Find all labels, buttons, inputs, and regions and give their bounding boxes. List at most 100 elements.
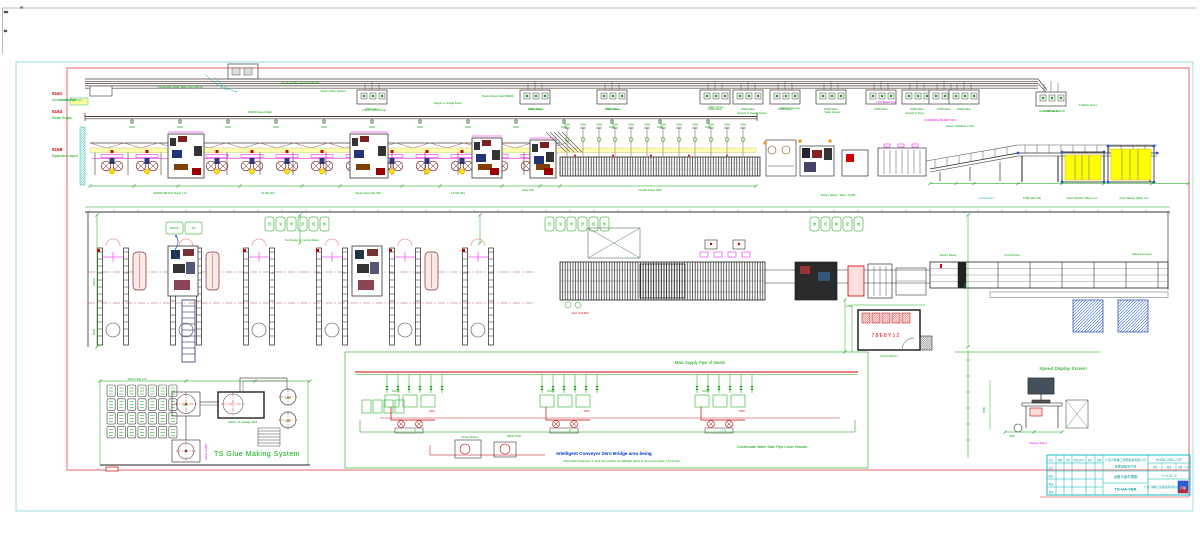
svg-text:DN50 Valve: DN50 Valve [937,107,951,111]
svg-text:Display Stand: Display Stand [1029,441,1047,445]
svg-text:校对: 校对 [1049,474,1054,478]
svg-text:广东万联精工智能装备有限公司: 广东万联精工智能装备有限公司 [1144,485,1181,489]
svg-text:1200: 1200 [846,304,853,308]
svg-text:阶段: 阶段 [1153,465,1158,469]
svg-text:Supply to Single Facer: Supply to Single Facer [434,101,462,105]
svg-text:分区: 分区 [1066,458,1071,462]
svg-text:DN32: DN32 [724,125,731,127]
svg-text:800: 800 [1010,434,1015,438]
svg-text:DN25: DN25 [129,127,136,129]
svg-text:6000L ×2 Storage Tank: 6000L ×2 Storage Tank [229,420,258,424]
svg-text:热: 热 [323,222,326,226]
svg-text:16.0M (2F): 16.0M (2F) [451,191,465,195]
svg-text:电: 电 [857,222,860,226]
svg-text:瓦楞纸板生产线: 瓦楞纸板生产线 [1115,464,1137,469]
svg-text:MIX: MIX [184,403,189,407]
svg-text:标记: 标记 [1049,458,1054,462]
svg-text:DN40: DN40 [547,389,555,393]
svg-text:To Boiler Room: To Boiler Room [1078,103,1098,107]
svg-text:原: 原 [570,222,573,226]
plan-view: WXGAKX纸架原纸加热纸架原纸加热电控柜配电 [85,207,1170,362]
svg-text:DN25: DN25 [225,127,232,129]
cabinet-code: 78E8Y12 [872,333,901,339]
svg-text:DN32: DN32 [596,125,603,127]
steam-supply-line: DN25DN25DN25DN25DN25DN25DN25DN25DN25DN25… [70,98,757,129]
svg-text:1.2M Boiler Pipe: 1.2M Boiler Pipe [876,100,897,104]
svg-text:加: 加 [312,222,315,226]
svg-text:DN25: DN25 [369,127,376,129]
svg-text:Supply to Double Facer: Supply to Double Facer [737,111,766,115]
svg-text:8000: 8000 [963,282,967,289]
svg-text:TS-GA-VER: TS-GA-VER [1115,487,1137,492]
svg-text:DN200 Steam Main: DN200 Steam Main [248,110,273,114]
svg-text:DN32: DN32 [564,125,571,127]
svg-text:WXGA: WXGA [170,226,179,230]
steam-main-title: Main Supply Pipe of Steam [675,360,726,365]
svg-text:共 1 张 第 1 张: 共 1 张 第 1 张 [1161,474,1177,478]
production-line-drawing: DN50 ValveDN50 ValveDN50 ValveDN50 Valve… [0,0,1200,557]
svg-text:PRV: PRV [429,409,435,413]
svg-text:控: 控 [824,222,827,226]
schematic-note: Flow Rate Parameter in tank this positio… [564,459,681,463]
svg-text:KX: KX [192,226,196,230]
svg-text:GLUE PUMP: GLUE PUMP [204,444,208,461]
svg-text:W2200 Mill Roll Stand ×12: W2200 Mill Roll Stand ×12 [153,191,186,195]
svg-text:Pump Station: Pump Station [462,435,479,439]
svg-text:DN50 Valve: DN50 Valve [957,107,971,111]
glue-system-title: TS Glue Making System [214,451,300,458]
svg-text:DN32: DN32 [644,125,651,127]
svg-text:Double Facer 20M: Double Facer 20M [638,188,662,192]
overhead-pipe-rack: DN50 ValveDN50 ValveDN50 ValveDN50 Valve… [85,64,1066,113]
svg-text:No Smoke in Control Panel: No Smoke in Control Panel [285,238,319,242]
svg-text:架: 架 [279,222,282,226]
svg-text:DN25: DN25 [177,127,184,129]
svg-text:DN50 Valve: DN50 Valve [874,107,888,111]
svg-text:柜: 柜 [835,222,838,226]
svg-text:设计: 设计 [1049,466,1054,470]
svg-text:比例: 比例 [1178,465,1183,469]
svg-text:签名: 签名 [1088,458,1092,462]
svg-text:批准: 批准 [1049,490,1054,494]
svg-text:Steam Trap Set: Steam Trap Set [780,106,800,110]
svg-text:ATM: ATM [285,419,291,423]
svg-text:Valve Group: Valve Group [605,107,621,111]
svg-text:PRV: PRV [584,409,590,413]
svg-text:2500: 2500 [982,406,986,413]
svg-text:纸: 纸 [581,222,584,226]
svg-text:WJ250-2200-2-SF: WJ250-2200-2-SF [1156,458,1182,462]
svg-text:Down Stacker (Max) mm: Down Stacker (Max) mm [1067,196,1098,200]
svg-text:DN25: DN25 [465,127,472,129]
schematic-title: Intelligent Conveyor Zero Bridge area be… [556,451,652,456]
svg-text:配: 配 [846,222,849,226]
cad-drawing-viewport: DN50 ValveDN50 ValveDN50 ValveDN50 Valve… [0,0,1200,557]
svg-text:DN32: DN32 [628,125,635,127]
svg-text:PRV: PRV [739,409,745,413]
svg-text:审核: 审核 [1049,482,1054,486]
svg-text:重量: 重量 [1167,465,1172,469]
svg-text:纸: 纸 [301,222,304,226]
svg-text:Rotary Shear: Rotary Shear [940,253,957,257]
svg-text:更改文件号: 更改文件号 [1074,458,1086,462]
svg-text:4 Sets Valve Group: 4 Sets Valve Group [362,108,386,112]
svg-text:架: 架 [559,222,562,226]
elevation-view: DN32DN32DN32DN32DN32DN32DN32DN32DN32DN32… [80,125,1190,188]
svg-text:4.5M pass (W): 4.5M pass (W) [1023,196,1041,200]
svg-text:Supply to Dryer: Supply to Dryer [905,111,924,115]
svg-text:16.0M (2F): 16.0M (2F) [261,191,275,195]
svg-text:DN40: DN40 [702,389,710,393]
svg-text:加: 加 [592,222,595,226]
svg-text:c-axis panel: c-axis panel [979,196,994,200]
svg-text:DN25: DN25 [273,127,280,129]
svg-text:DN32: DN32 [660,125,667,127]
svg-text:Steam Valve Station: Steam Valve Station [320,89,346,93]
svg-text:Water Tank: Water Tank [507,434,522,438]
svg-text:广东万联精工智能装备有限公司: 广东万联精工智能装备有限公司 [1105,457,1146,462]
svg-text:CONDENSATE RETURN: CONDENSATE RETURN [924,118,956,122]
svg-text:DN40: DN40 [392,389,400,393]
condensate-label: Condensate Water Main Pipe Lower Bracket [737,445,808,449]
svg-text:Valve Group: Valve Group [528,107,544,111]
svg-text:万联: 万联 [1180,485,1186,490]
svg-text:21000: 21000 [92,278,96,286]
svg-text:1:100: 1:100 [1184,467,1190,469]
svg-text:DN32: DN32 [612,125,619,127]
